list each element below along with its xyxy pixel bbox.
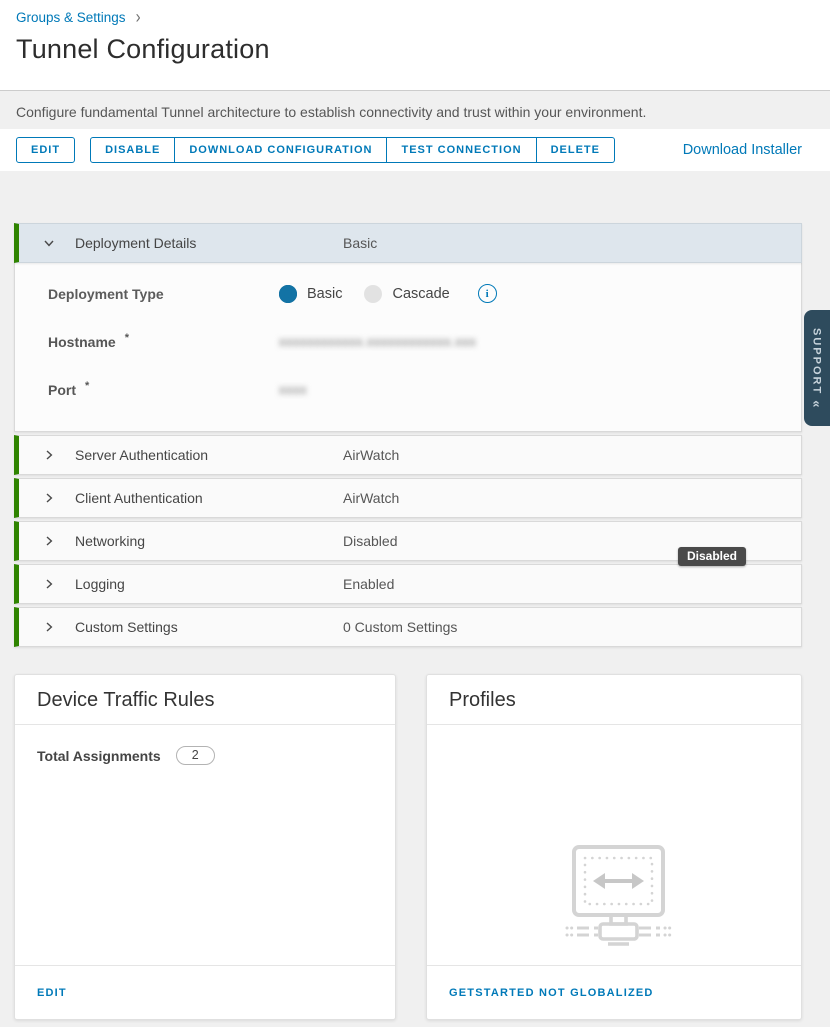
breadcrumb-groups-settings-link[interactable]: Groups & Settings — [16, 10, 126, 25]
disabled-tooltip: Disabled — [678, 547, 746, 566]
hostname-label-text: Hostname — [48, 334, 116, 350]
support-tab-label: SUPPORT — [811, 328, 823, 395]
accordion-section-value: Disabled — [343, 533, 397, 549]
chevron-down-icon — [42, 236, 56, 250]
breadcrumb: Groups & Settings › — [16, 10, 814, 25]
port-value-redacted: xxxx — [279, 382, 307, 397]
port-label: Port * — [48, 382, 279, 398]
getstarted-link[interactable]: GETSTARTED NOT GLOBALIZED — [449, 987, 654, 999]
profiles-title: Profiles — [427, 675, 801, 725]
accordion-section-value: Basic — [343, 235, 377, 251]
accordion-section-label: Logging — [75, 576, 125, 592]
accordion-section-label: Deployment Details — [75, 235, 196, 251]
chevron-right-icon — [42, 448, 56, 462]
profiles-body — [427, 725, 801, 965]
support-tab[interactable]: SUPPORT « — [804, 310, 830, 426]
deployment-type-field: Deployment Type Basic Cascade i — [15, 284, 801, 303]
delete-button[interactable]: DELETE — [537, 137, 615, 163]
accordion-deployment-details-header[interactable]: Deployment Details Basic — [14, 223, 802, 263]
accordion-server-authentication-row[interactable]: Server Authentication AirWatch — [14, 435, 802, 475]
total-assignments-row: Total Assignments 2 — [37, 746, 373, 765]
disable-button[interactable]: DISABLE — [90, 137, 175, 163]
collapse-chevron-icon: « — [810, 401, 825, 408]
accordion-client-authentication-row[interactable]: Client Authentication AirWatch — [14, 478, 802, 518]
assignments-count-badge[interactable]: 2 — [176, 746, 215, 765]
accordion-section-value: 0 Custom Settings — [343, 619, 457, 635]
hostname-field: Hostname * xxxxxxxxxxxx.xxxxxxxxxxxx.xxx — [15, 332, 801, 351]
radio-basic-selected-icon[interactable] — [279, 285, 297, 303]
port-label-text: Port — [48, 382, 76, 398]
test-connection-button[interactable]: TEST CONNECTION — [387, 137, 536, 163]
accordion-custom-settings-row[interactable]: Custom Settings 0 Custom Settings — [14, 607, 802, 647]
accordion-section-value: AirWatch — [343, 490, 399, 506]
required-marker: * — [85, 380, 89, 396]
chevron-right-icon — [42, 577, 56, 591]
toolbar-button-group: DISABLE DOWNLOAD CONFIGURATION TEST CONN… — [90, 137, 615, 163]
accordion-section-value: AirWatch — [343, 447, 399, 463]
support-tab-label-wrap: SUPPORT « — [810, 328, 825, 407]
info-icon[interactable]: i — [478, 284, 497, 303]
chevron-right-icon — [42, 620, 56, 634]
deployment-type-radio-group: Basic Cascade i — [279, 284, 497, 303]
accordion-section-label: Custom Settings — [75, 619, 178, 635]
profiles-card: Profiles — [426, 674, 802, 1020]
download-installer-link[interactable]: Download Installer — [683, 142, 802, 158]
total-assignments-label: Total Assignments — [37, 748, 161, 764]
page-header: Groups & Settings › Tunnel Configuration — [0, 0, 830, 91]
port-field: Port * xxxx — [15, 380, 801, 399]
radio-basic-label[interactable]: Basic — [307, 286, 342, 302]
deployment-details-panel: Deployment Type Basic Cascade i Hostname… — [14, 263, 802, 432]
download-configuration-button[interactable]: DOWNLOAD CONFIGURATION — [175, 137, 387, 163]
deployment-type-label: Deployment Type — [48, 286, 279, 302]
accordion-section-value: Enabled — [343, 576, 394, 592]
hostname-label: Hostname * — [48, 334, 279, 350]
tunnel-configuration-page: Groups & Settings › Tunnel Configuration… — [0, 0, 830, 1027]
accordion-section-label: Client Authentication — [75, 490, 203, 506]
chevron-right-icon — [42, 534, 56, 548]
device-traffic-rules-card: Device Traffic Rules Total Assignments 2… — [14, 674, 396, 1020]
breadcrumb-chevron-icon: › — [136, 9, 141, 27]
radio-cascade-icon[interactable] — [364, 285, 382, 303]
accordion-section-label: Server Authentication — [75, 447, 208, 463]
edit-button[interactable]: EDIT — [16, 137, 75, 163]
profiles-footer: GETSTARTED NOT GLOBALIZED — [427, 965, 801, 1019]
cards-row: Device Traffic Rules Total Assignments 2… — [14, 674, 802, 1020]
page-title: Tunnel Configuration — [16, 34, 814, 65]
empty-profiles-monitor-icon — [553, 843, 675, 958]
accordion-logging-row[interactable]: Logging Enabled — [14, 564, 802, 604]
edit-traffic-rules-link[interactable]: EDIT — [37, 987, 67, 999]
device-traffic-rules-footer: EDIT — [15, 965, 395, 1019]
device-traffic-rules-title: Device Traffic Rules — [15, 675, 395, 725]
accordion-section-label: Networking — [75, 533, 145, 549]
toolbar: EDIT DISABLE DOWNLOAD CONFIGURATION TEST… — [0, 129, 830, 171]
hostname-value-redacted: xxxxxxxxxxxx.xxxxxxxxxxxx.xxx — [279, 334, 476, 349]
required-marker: * — [125, 332, 129, 348]
configuration-accordion: Deployment Details Basic Deployment Type… — [14, 223, 802, 647]
radio-cascade-label[interactable]: Cascade — [392, 286, 449, 302]
device-traffic-rules-body: Total Assignments 2 — [15, 725, 395, 965]
chevron-right-icon — [42, 491, 56, 505]
page-description: Configure fundamental Tunnel architectur… — [0, 91, 830, 129]
